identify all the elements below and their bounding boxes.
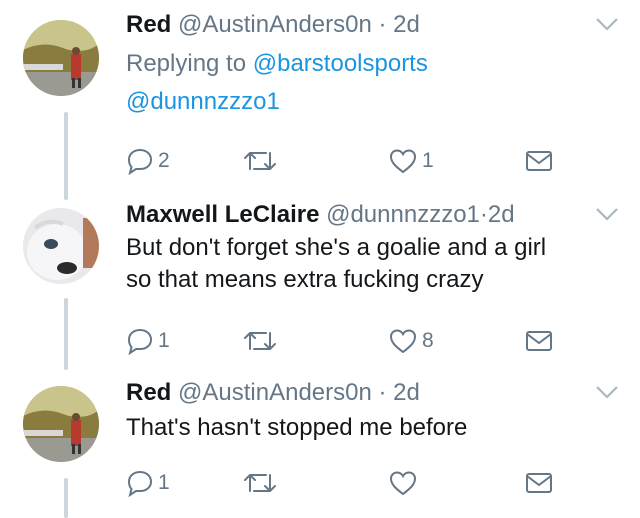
- like-button[interactable]: [388, 466, 422, 500]
- mention-link[interactable]: @dunnnzzzo1: [126, 88, 280, 115]
- envelope-icon: [526, 473, 552, 493]
- tweet[interactable]: Maxwell LeClaire @dunnnzzzo1·2d But don'…: [0, 190, 640, 370]
- retweet-icon: [244, 474, 276, 492]
- like-button[interactable]: 8: [388, 324, 434, 358]
- tweet-text-line: That's hasn't stopped me before: [126, 414, 468, 441]
- envelope-icon: [526, 151, 552, 171]
- user-handle[interactable]: @dunnnzzzo1: [326, 201, 480, 228]
- heart-icon: [389, 471, 417, 496]
- retweet-icon: [244, 152, 276, 170]
- like-count: 8: [422, 329, 434, 352]
- reply-icon: [127, 148, 153, 175]
- like-button[interactable]: 1: [388, 144, 434, 178]
- retweet-button[interactable]: [242, 466, 282, 500]
- chevron-down-icon[interactable]: [594, 382, 620, 402]
- replying-to-line-2: @dunnnzzzo1: [126, 86, 620, 118]
- user-handle[interactable]: @AustinAnders0n: [178, 379, 372, 406]
- tweet-actions: 2 1: [126, 144, 566, 178]
- display-name[interactable]: Maxwell LeClaire: [126, 201, 319, 228]
- reply-icon: [127, 328, 153, 355]
- separator: ·: [378, 11, 387, 38]
- reply-button[interactable]: 1: [126, 324, 170, 358]
- heart-icon: [389, 329, 417, 354]
- tweet[interactable]: Red @AustinAnders0n · 2d Replying to @ba…: [0, 0, 640, 190]
- timestamp[interactable]: 2d: [488, 201, 515, 228]
- direct-message-button[interactable]: [524, 144, 554, 178]
- replying-label: Replying to: [126, 50, 247, 77]
- tweet-text-line: But don't forget she's a goalie and a gi…: [126, 234, 547, 261]
- heart-icon: [389, 149, 417, 174]
- direct-message-button[interactable]: [524, 466, 554, 500]
- tweet[interactable]: Red @AustinAnders0n · 2d That's hasn't s…: [0, 370, 640, 513]
- avatar-photo: [23, 208, 99, 284]
- avatar-photo: [23, 386, 99, 462]
- avatar[interactable]: [23, 20, 99, 96]
- like-count: 1: [422, 149, 434, 172]
- display-name[interactable]: Red: [126, 379, 171, 406]
- retweet-icon: [244, 332, 276, 350]
- user-handle[interactable]: @AustinAnders0n: [178, 11, 372, 38]
- tweet-header: Maxwell LeClaire @dunnnzzzo1·2d: [126, 200, 620, 230]
- avatar[interactable]: [23, 208, 99, 284]
- reply-icon: [127, 470, 153, 497]
- reply-button[interactable]: 2: [126, 144, 170, 178]
- reply-count: 2: [158, 149, 170, 172]
- tweet-header: Red @AustinAnders0n · 2d: [126, 378, 620, 408]
- replying-to: Replying to @barstoolsports: [126, 48, 620, 80]
- reply-count: 1: [158, 471, 170, 494]
- timestamp[interactable]: 2d: [393, 379, 420, 406]
- avatar-photo: [23, 20, 99, 96]
- mention-link[interactable]: @barstoolsports: [253, 50, 428, 77]
- tweet-header: Red @AustinAnders0n · 2d: [126, 10, 620, 40]
- retweet-button[interactable]: [242, 324, 282, 358]
- display-name[interactable]: Red: [126, 11, 171, 38]
- envelope-icon: [526, 331, 552, 351]
- retweet-button[interactable]: [242, 144, 282, 178]
- separator: ·: [378, 379, 387, 406]
- reply-button[interactable]: 1: [126, 466, 170, 500]
- chevron-down-icon[interactable]: [594, 204, 620, 224]
- tweet-actions: 1: [126, 466, 566, 500]
- tweet-actions: 1 8: [126, 324, 566, 358]
- reply-count: 1: [158, 329, 170, 352]
- timestamp[interactable]: 2d: [393, 11, 420, 38]
- separator: ·: [479, 201, 488, 228]
- tweet-text-line: so that means extra fucking crazy: [126, 266, 484, 293]
- avatar[interactable]: [23, 386, 99, 462]
- direct-message-button[interactable]: [524, 324, 554, 358]
- chevron-down-icon[interactable]: [594, 14, 620, 34]
